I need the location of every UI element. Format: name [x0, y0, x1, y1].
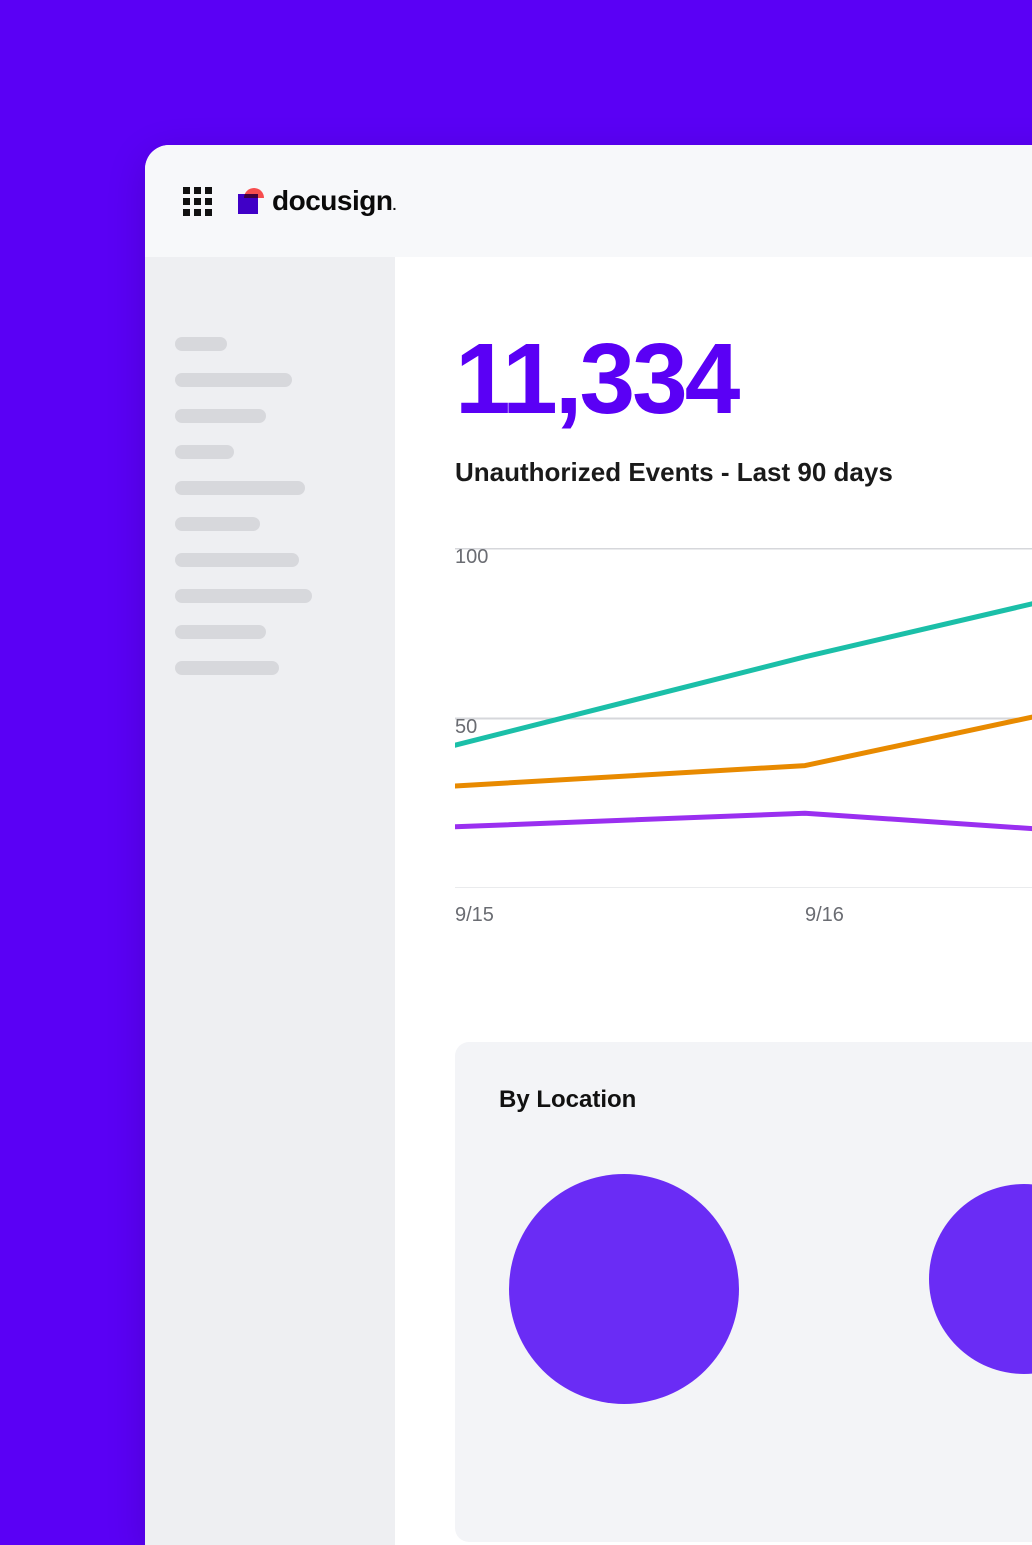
card-title: By Location [499, 1086, 1032, 1114]
x-axis-ticks: 9/15 9/16 [455, 904, 1032, 932]
y-axis-tick: 100 [455, 546, 488, 569]
brand-mark-icon [238, 188, 264, 214]
sidebar-item-placeholder[interactable] [175, 517, 260, 531]
sidebar-item-placeholder[interactable] [175, 409, 266, 423]
sidebar-item-placeholder[interactable] [175, 625, 266, 639]
metric-value: 11,334 [455, 329, 1032, 429]
brand-name: docusign. [272, 185, 396, 217]
sidebar-item-placeholder[interactable] [175, 373, 292, 387]
chart-series-teal [455, 575, 1032, 745]
brand-logo[interactable]: docusign. [238, 185, 396, 217]
app-launcher-icon[interactable] [183, 187, 212, 216]
sidebar-item-placeholder[interactable] [175, 445, 234, 459]
body-area: 11,334 Unauthorized Events - Last 90 day… [145, 257, 1032, 1545]
sidebar-item-placeholder[interactable] [175, 481, 305, 495]
sidebar-item-placeholder[interactable] [175, 553, 299, 567]
x-axis-tick: 9/15 [455, 904, 494, 927]
app-window: docusign. 11,334 Unauthorized Events - L… [145, 145, 1032, 1545]
location-bubble [509, 1174, 739, 1404]
sidebar [145, 257, 395, 1545]
by-location-card: By Location [455, 1042, 1032, 1542]
topbar: docusign. [145, 145, 1032, 257]
sidebar-item-placeholder[interactable] [175, 589, 312, 603]
metric-label: Unauthorized Events - Last 90 days [455, 457, 1032, 488]
main-content: 11,334 Unauthorized Events - Last 90 day… [395, 257, 1032, 1545]
sidebar-item-placeholder[interactable] [175, 661, 279, 675]
chart-series-orange [455, 691, 1032, 786]
sidebar-item-placeholder[interactable] [175, 337, 227, 351]
y-axis-tick: 50 [455, 716, 477, 739]
chart-series-purple [455, 813, 1032, 837]
x-axis-tick: 9/16 [805, 904, 844, 927]
events-line-chart: 100 50 9/15 9/16 [455, 548, 1032, 932]
bubble-chart [499, 1174, 1032, 1542]
location-bubble [929, 1184, 1032, 1374]
